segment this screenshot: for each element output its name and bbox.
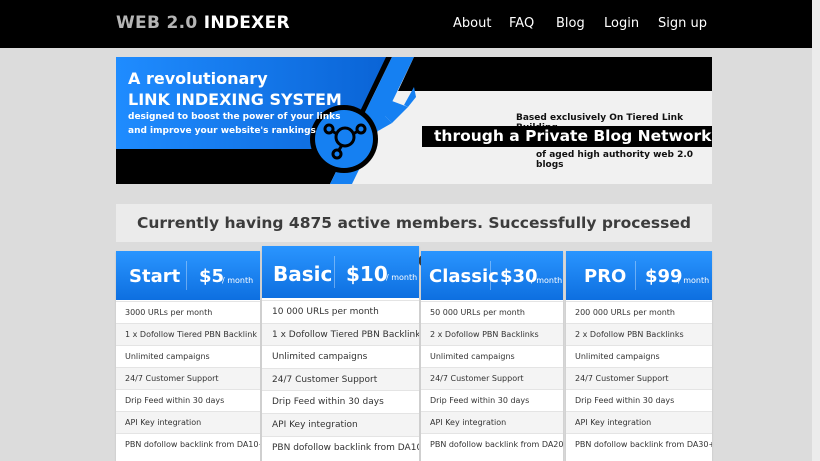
plan-feature: 24/7 Customer Support (116, 367, 260, 389)
plan-price: $5 (199, 266, 225, 287)
hero-banner: A revolutionary LINK INDEXING SYSTEM des… (116, 57, 712, 184)
stats-bar: Currently having 4875 active members. Su… (116, 204, 712, 270)
plan-feature: PBN dofollow backlink from DA10+ (262, 435, 419, 459)
plan-period: / month (678, 276, 710, 285)
header-divider (334, 256, 335, 288)
header-divider (186, 261, 187, 290)
pricing-card-header[interactable]: PRO $99/ month (566, 251, 712, 300)
site-logo[interactable]: WEB 2.0 INDEXER (116, 13, 290, 33)
logo-web20-text: WEB 2.0 (116, 13, 198, 33)
plan-feature: 10 000 URLs per month (262, 300, 419, 323)
plan-feature: 200 000 URLs per month (566, 301, 712, 323)
plan-feature: 3000 URLs per month (116, 301, 260, 323)
banner-title-line2: LINK INDEXING SYSTEM (128, 90, 342, 109)
plan-feature: API Key integration (116, 411, 260, 433)
plan-feature: Drip Feed within 30 days (421, 389, 563, 411)
plan-price: $10 (346, 262, 388, 286)
header-divider (635, 261, 636, 290)
plan-feature: Unlimited campaigns (116, 345, 260, 367)
plan-feature: PBN dofollow backlink from DA20+ (421, 433, 563, 455)
banner-title-line1: A revolutionary (128, 69, 268, 88)
plan-feature: Unlimited campaigns (566, 345, 712, 367)
pricing-card-pro[interactable]: PRO $99/ month 200 000 URLs per month 2 x D… (566, 251, 712, 461)
plan-name: Start (129, 266, 181, 287)
banner-tagline-line3: of aged high authority web 2.0 blogs (536, 150, 694, 170)
page-scrollbar[interactable] (812, 0, 820, 461)
plan-feature: API Key integration (566, 411, 712, 433)
plan-price: $99 (645, 266, 683, 287)
pricing-card-header[interactable]: Start $5/ month (116, 251, 260, 300)
top-navigation-bar: WEB 2.0 INDEXER About FAQ Blog Login Sig… (0, 0, 812, 48)
plan-feature: 2 x Dofollow PBN Backlinks (566, 323, 712, 345)
logo-indexer-text: INDEXER (203, 13, 290, 33)
plan-feature: PBN dofollow backlink from DA10+ (116, 433, 260, 455)
plan-feature: 2 x Dofollow PBN Backlinks (421, 323, 563, 345)
plan-period: / month (222, 276, 254, 285)
plan-feature: 24/7 Customer Support (566, 367, 712, 389)
plan-feature: 24/7 Customer Support (262, 367, 419, 391)
nav-link-faq[interactable]: FAQ (509, 16, 534, 31)
nav-link-blog[interactable]: Blog (556, 16, 585, 31)
banner-tagline-line2: through a Private Blog Network (434, 127, 712, 145)
plan-feature: 1 x Dofollow Tiered PBN Backlink (116, 323, 260, 345)
plan-name: Basic (273, 262, 333, 286)
plan-feature: 24/7 Customer Support (421, 367, 563, 389)
plan-feature: PBN dofollow backlink from DA30+ (566, 433, 712, 455)
banner-subtitle-line2: and improve your website's rankings (128, 126, 316, 136)
nav-link-login[interactable]: Login (604, 16, 639, 31)
plan-feature: Unlimited campaigns (421, 345, 563, 367)
plan-feature: API Key integration (421, 411, 563, 433)
plan-feature: API Key integration (262, 413, 419, 436)
plan-feature: Unlimited campaigns (262, 345, 419, 368)
nav-link-signup[interactable]: Sign up (658, 16, 707, 31)
plan-name: Classic (429, 266, 499, 287)
plan-feature: Drip Feed within 30 days (566, 389, 712, 411)
plan-period: / month (386, 273, 418, 282)
nav-link-about[interactable]: About (453, 16, 491, 31)
pricing-card-header[interactable]: Basic $10/ month (262, 246, 419, 298)
pricing-card-start[interactable]: Start $5/ month 3000 URLs per month 1 x Dof… (116, 251, 260, 461)
plan-feature: Drip Feed within 30 days (116, 389, 260, 411)
pricing-card-header[interactable]: Classic $30/ month (421, 251, 563, 300)
plan-period: / month (531, 276, 563, 285)
plan-name: PRO (584, 266, 627, 287)
banner-subtitle-line1: designed to boost the power of your link… (128, 112, 341, 122)
pricing-card-basic[interactable]: Basic $10/ month 10 000 URLs per month 1 x … (262, 246, 419, 461)
plan-feature: 1 x Dofollow Tiered PBN Backlink (262, 322, 419, 346)
pricing-card-classic[interactable]: Classic $30/ month 50 000 URLs per month 2 … (421, 251, 563, 461)
plan-feature: 50 000 URLs per month (421, 301, 563, 323)
header-divider (490, 261, 491, 290)
plan-feature: Drip Feed within 30 days (262, 390, 419, 413)
